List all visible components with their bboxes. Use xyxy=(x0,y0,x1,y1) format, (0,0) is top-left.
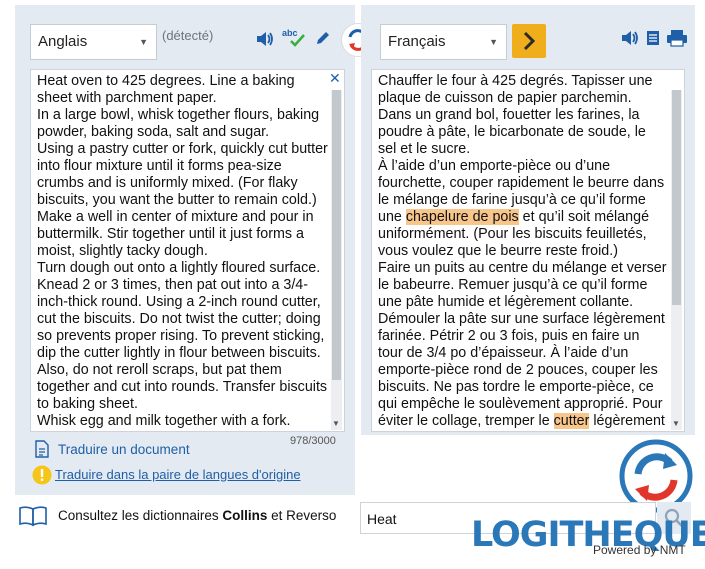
dictionary-middle: et xyxy=(267,508,287,523)
chevron-right-icon xyxy=(523,31,536,51)
scroll-down-arrow-icon[interactable]: ▼ xyxy=(672,415,680,431)
svg-text:abc: abc xyxy=(282,28,298,38)
source-language-select[interactable]: Anglais ▼ xyxy=(30,24,157,60)
document-icon[interactable] xyxy=(646,30,660,49)
detected-label: (détecté) xyxy=(162,28,214,43)
reverso-label[interactable]: Reverso xyxy=(286,508,336,523)
chevron-down-icon: ▼ xyxy=(139,37,148,47)
target-language-label: Français xyxy=(388,33,446,50)
char-count: 978/3000 xyxy=(290,435,336,447)
source-scrollbar-thumb[interactable] xyxy=(332,90,341,380)
scroll-down-arrow-icon[interactable]: ▼ xyxy=(332,415,340,431)
dictionary-text: Consultez les dictionnaires Collins et R… xyxy=(58,508,336,523)
book-icon xyxy=(18,505,48,530)
translate-original-pair-link[interactable]: Traduire dans la paire de langues d'orig… xyxy=(55,467,301,482)
source-language-label: Anglais xyxy=(38,33,88,50)
target-highlight[interactable]: chapelure de pois xyxy=(405,209,519,225)
dictionary-search-value: Heat xyxy=(367,511,397,527)
target-scrollbar[interactable]: ▼ xyxy=(671,90,682,430)
close-icon[interactable]: ✕ xyxy=(329,70,341,87)
printer-icon[interactable] xyxy=(666,29,688,50)
warning-icon xyxy=(32,465,52,488)
target-text-part: Chauffer le four à 425 degrés. Tapisser … xyxy=(378,73,665,225)
target-scrollbar-thumb[interactable] xyxy=(672,90,681,305)
source-text: Heat oven to 425 degrees. Line a baking … xyxy=(37,73,328,429)
target-language-select[interactable]: Français ▼ xyxy=(380,24,507,60)
speaker-icon[interactable] xyxy=(620,29,640,50)
document-outline-icon xyxy=(35,440,49,461)
source-textarea[interactable]: Heat oven to 425 degrees. Line a baking … xyxy=(30,69,345,432)
target-text-part: légèrement xyxy=(589,413,665,429)
speaker-icon[interactable] xyxy=(255,30,275,51)
target-text-part: et qu’il soit mélangé uniformément. (Pou… xyxy=(378,209,667,429)
spellcheck-icon[interactable]: abc xyxy=(282,28,310,51)
target-text: Chauffer le four à 425 degrés. Tapisser … xyxy=(378,73,668,430)
source-scrollbar[interactable]: ▼ xyxy=(331,90,342,430)
translate-button[interactable] xyxy=(512,24,546,58)
translate-document-link[interactable]: Traduire un document xyxy=(58,442,190,457)
pencil-icon[interactable] xyxy=(315,30,331,49)
chevron-down-icon: ▼ xyxy=(489,37,498,47)
powered-by-label: Powered by NMT xyxy=(593,543,686,557)
target-highlight[interactable]: cutter xyxy=(553,413,590,429)
collins-label[interactable]: Collins xyxy=(222,508,267,523)
dictionary-prefix: Consultez les dictionnaires xyxy=(58,508,223,523)
target-textarea: Chauffer le four à 425 degrés. Tapisser … xyxy=(371,69,685,432)
